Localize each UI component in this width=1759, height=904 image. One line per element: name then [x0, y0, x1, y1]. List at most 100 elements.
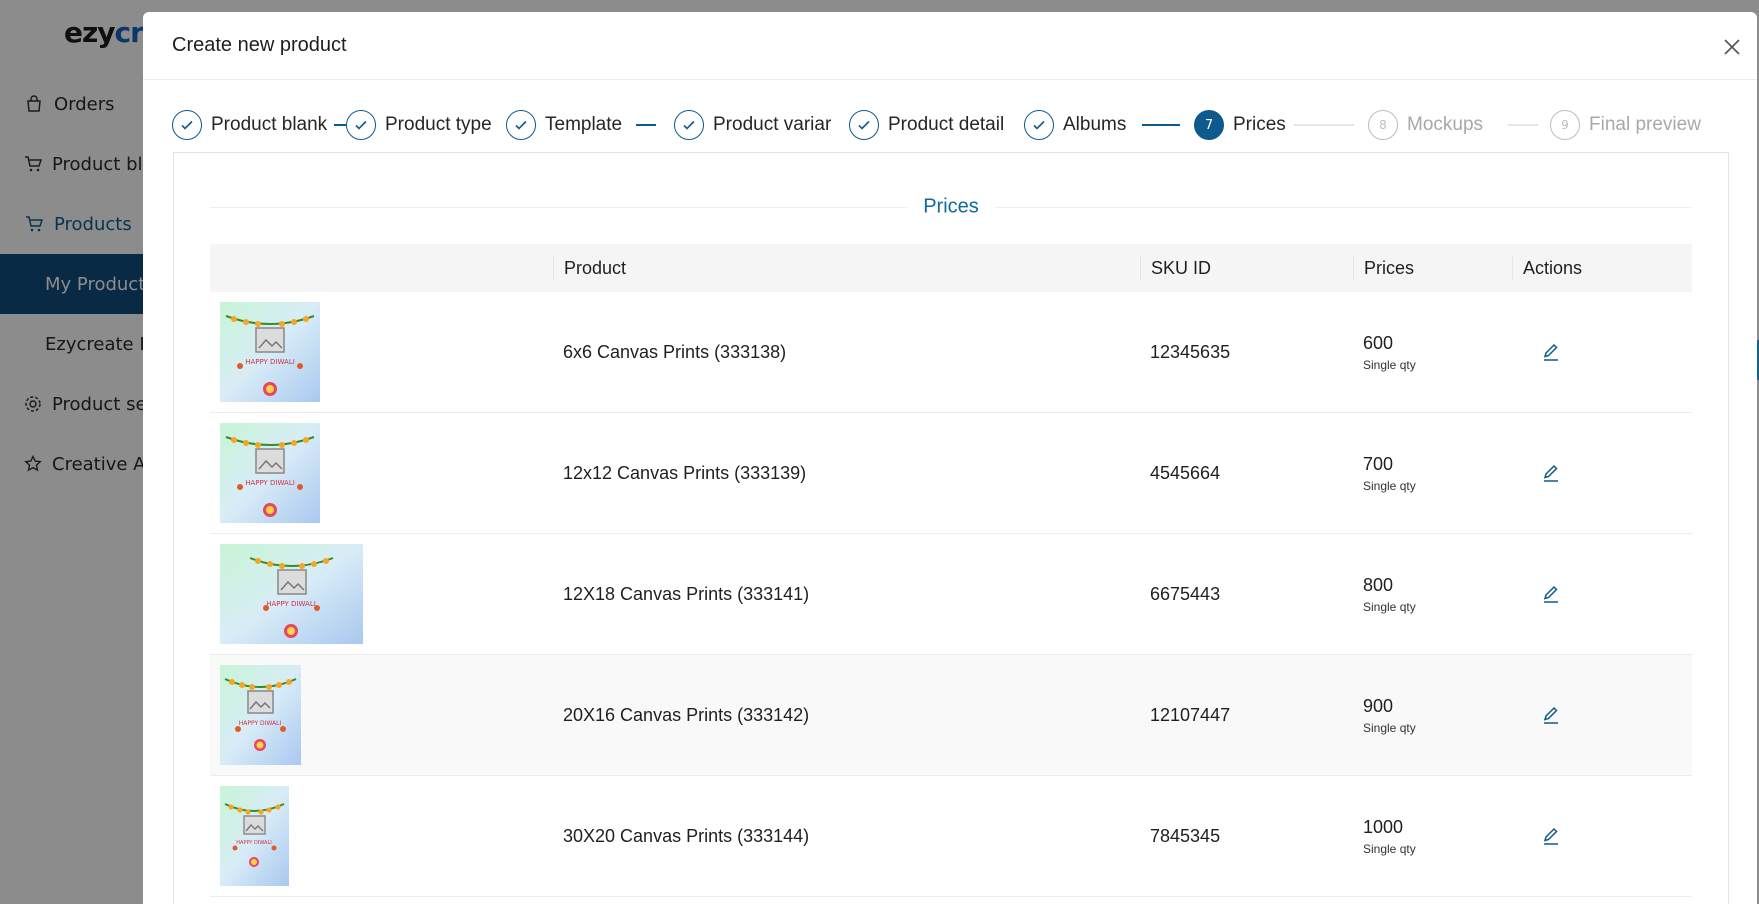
wizard-stepper: Product blank Product type Template Prod…	[172, 108, 1732, 142]
actions-cell	[1512, 462, 1692, 484]
step-number: 9	[1550, 110, 1580, 140]
image-placeholder-icon	[243, 815, 266, 835]
thumbnail-caption: HAPPY DIWALI	[239, 720, 282, 727]
thumbnail-caption: HAPPY DIWALI	[266, 600, 316, 608]
table-row: HAPPY DIWALI 20X16 Canvas Prints (333142…	[210, 655, 1692, 776]
section-divider: Prices	[210, 195, 1692, 219]
step-template[interactable]: Template	[506, 110, 636, 140]
check-icon	[506, 110, 536, 140]
step-connector	[1142, 124, 1180, 126]
price-value: 900	[1363, 695, 1394, 716]
edit-icon[interactable]	[1540, 462, 1562, 484]
edit-icon[interactable]	[1540, 704, 1562, 726]
table-row: HAPPY DIWALI 30X20 Canvas Prints (333144…	[210, 776, 1692, 897]
actions-cell	[1512, 341, 1692, 363]
table-row: HAPPY DIWALI 12x12 Canvas Prints (333139…	[210, 413, 1692, 534]
price-cell: 700 Single qty	[1353, 454, 1512, 493]
header-image	[210, 256, 553, 280]
image-placeholder-icon	[247, 690, 274, 714]
step-connector	[636, 124, 656, 126]
edit-icon[interactable]	[1540, 583, 1562, 605]
product-name: 30X20 Canvas Prints (333144)	[563, 825, 810, 846]
close-button[interactable]	[1717, 32, 1747, 62]
price-value: 1000	[1363, 816, 1404, 837]
price-cell: 900 Single qty	[1353, 696, 1512, 735]
step-label: Mockups	[1407, 114, 1484, 135]
step-number: 8	[1368, 110, 1398, 140]
table-row: HAPPY DIWALI 6x6 Canvas Prints (333138) …	[210, 292, 1692, 413]
step-label: Prices	[1233, 114, 1286, 135]
check-icon	[346, 110, 376, 140]
step-number: 7	[1194, 110, 1224, 140]
price-quantity-label: Single qty	[1363, 720, 1416, 735]
header-sku: SKU ID	[1140, 256, 1353, 280]
close-icon	[1724, 39, 1740, 55]
sku-id: 7845345	[1150, 825, 1221, 846]
step-product-blank[interactable]: Product blank	[172, 110, 334, 140]
price-value: 600	[1363, 332, 1394, 353]
product-thumbnail: HAPPY DIWALI	[220, 665, 301, 765]
image-placeholder-icon	[255, 448, 285, 474]
step-label: Product type	[385, 114, 492, 135]
header-actions: Actions	[1512, 256, 1692, 280]
step-label: Product variar	[713, 114, 832, 135]
image-placeholder-icon	[255, 327, 285, 353]
prices-table: Product SKU ID Prices Actions HAPPY DIWA…	[210, 244, 1692, 897]
price-quantity-label: Single qty	[1363, 841, 1416, 856]
actions-cell	[1512, 825, 1692, 847]
check-icon	[172, 110, 202, 140]
edit-icon[interactable]	[1540, 825, 1562, 847]
step-final-preview[interactable]: 9 Final preview	[1550, 110, 1710, 140]
modal-title: Create new product	[172, 34, 347, 56]
product-thumbnail: HAPPY DIWALI	[220, 544, 363, 644]
thumbnail-cell: HAPPY DIWALI	[210, 302, 553, 402]
prices-panel: Prices Product SKU ID Prices Actions HAP…	[173, 152, 1729, 904]
step-product-details[interactable]: Product detail	[849, 110, 1015, 140]
step-product-type[interactable]: Product type	[346, 110, 498, 140]
thumbnail-cell: HAPPY DIWALI	[210, 665, 553, 765]
sku-id: 4545664	[1150, 462, 1221, 483]
step-product-variants[interactable]: Product variar	[674, 110, 834, 140]
header-prices: Prices	[1353, 256, 1512, 280]
product-thumbnail: HAPPY DIWALI	[220, 423, 320, 523]
check-icon	[849, 110, 879, 140]
check-icon	[674, 110, 704, 140]
price-quantity-label: Single qty	[1363, 478, 1416, 493]
modal-header: Create new product	[143, 12, 1757, 80]
step-albums[interactable]: Albums	[1024, 110, 1142, 140]
header-product: Product	[553, 256, 1140, 280]
step-mockups[interactable]: 8 Mockups	[1368, 110, 1508, 140]
thumbnail-caption: HAPPY DIWALI	[245, 479, 295, 487]
price-value: 800	[1363, 574, 1394, 595]
sku-id: 12107447	[1150, 704, 1231, 725]
product-name: 20X16 Canvas Prints (333142)	[563, 704, 810, 725]
product-thumbnail: HAPPY DIWALI	[220, 302, 320, 402]
thumbnail-cell: HAPPY DIWALI	[210, 423, 553, 523]
step-label: Final preview	[1589, 114, 1701, 135]
thumbnail-caption: HAPPY DIWALI	[236, 840, 271, 846]
step-connector	[1508, 124, 1538, 126]
table-row: HAPPY DIWALI 12X18 Canvas Prints (333141…	[210, 534, 1692, 655]
thumbnail-caption: HAPPY DIWALI	[245, 358, 295, 366]
price-cell: 600 Single qty	[1353, 333, 1512, 372]
product-name: 12X18 Canvas Prints (333141)	[563, 583, 810, 604]
table-header: Product SKU ID Prices Actions	[210, 244, 1692, 292]
edit-icon[interactable]	[1540, 341, 1562, 363]
price-value: 700	[1363, 453, 1394, 474]
price-quantity-label: Single qty	[1363, 599, 1416, 614]
price-cell: 800 Single qty	[1353, 575, 1512, 614]
step-connector	[334, 124, 346, 126]
thumbnail-cell: HAPPY DIWALI	[210, 544, 553, 644]
step-label: Product blank	[211, 114, 328, 135]
actions-cell	[1512, 704, 1692, 726]
thumbnail-cell: HAPPY DIWALI	[210, 786, 553, 886]
image-placeholder-icon	[277, 569, 307, 595]
create-product-modal: Create new product Product blank Product…	[143, 12, 1757, 904]
price-cell: 1000 Single qty	[1353, 817, 1512, 856]
step-label: Product detail	[888, 114, 1005, 135]
price-quantity-label: Single qty	[1363, 357, 1416, 372]
section-title: Prices	[907, 195, 995, 219]
step-prices[interactable]: 7 Prices	[1194, 110, 1294, 140]
sku-id: 12345635	[1150, 341, 1231, 362]
check-icon	[1024, 110, 1054, 140]
